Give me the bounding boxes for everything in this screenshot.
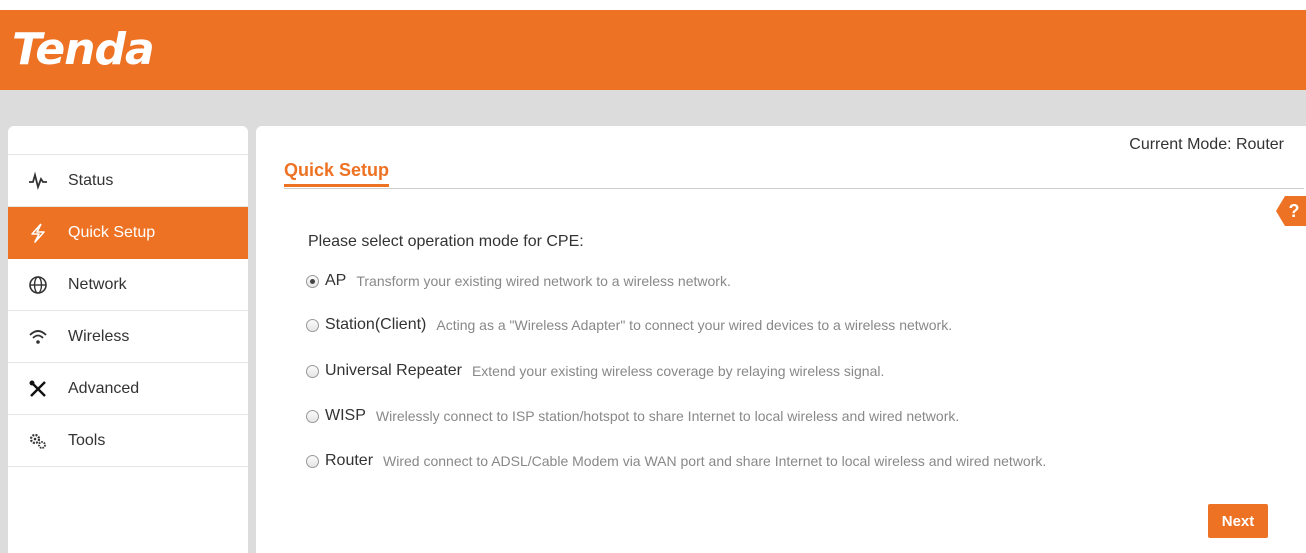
sidebar-item-label: Advanced xyxy=(68,379,140,397)
option-name: Router xyxy=(325,452,374,469)
radio-station[interactable] xyxy=(306,318,319,332)
radio-ap[interactable] xyxy=(306,274,319,288)
page-title: Quick Setup xyxy=(284,160,390,187)
wifi-icon xyxy=(26,325,50,349)
option-name: Station(Client) xyxy=(325,316,427,333)
sidebar: Status Quick Setup Network Wireless Adva… xyxy=(8,126,248,553)
mode-option-ap[interactable]: AP Transform your existing wired network… xyxy=(306,272,731,290)
option-description: Acting as a "Wireless Adapter" to connec… xyxy=(436,317,953,333)
mode-option-wisp[interactable]: WISP Wirelessly connect to ISP station/h… xyxy=(306,407,959,425)
sidebar-item-wireless[interactable]: Wireless xyxy=(8,311,248,363)
sidebar-item-label: Status xyxy=(68,171,114,189)
sidebar-nav: Status Quick Setup Network Wireless Adva… xyxy=(8,154,248,467)
radio-universal-repeater[interactable] xyxy=(306,364,319,378)
option-name: AP xyxy=(325,272,347,289)
sidebar-item-label: Tools xyxy=(68,431,106,449)
help-button[interactable]: ? xyxy=(1276,196,1306,226)
help-icon: ? xyxy=(1288,200,1300,221)
tenda-logo: Tenda xyxy=(12,24,155,75)
option-description: Transform your existing wired network to… xyxy=(356,273,731,289)
globe-icon xyxy=(26,273,50,297)
gears-icon xyxy=(26,429,50,453)
mode-option-router[interactable]: Router Wired connect to ADSL/Cable Modem… xyxy=(306,452,1046,470)
option-name: Universal Repeater xyxy=(325,362,462,379)
sidebar-item-status[interactable]: Status xyxy=(8,155,248,207)
sidebar-item-label: Network xyxy=(68,275,127,293)
radio-wisp[interactable] xyxy=(306,409,319,423)
option-name: WISP xyxy=(325,407,366,424)
mode-prompt: Please select operation mode for CPE: xyxy=(308,233,584,250)
main-panel: Current Mode: Router Quick Setup ? Pleas… xyxy=(256,126,1306,553)
radio-router[interactable] xyxy=(306,454,319,468)
sidebar-item-label: Quick Setup xyxy=(68,223,156,241)
top-header-bar: Tenda xyxy=(0,10,1306,90)
sidebar-item-advanced[interactable]: Advanced xyxy=(8,363,248,415)
lightning-icon xyxy=(26,221,50,245)
current-mode-label: Current Mode: Router xyxy=(1129,136,1284,153)
option-description: Extend your existing wireless coverage b… xyxy=(471,363,885,379)
option-description: Wirelessly connect to ISP station/hotspo… xyxy=(375,408,960,424)
sidebar-item-quick-setup[interactable]: Quick Setup xyxy=(8,207,248,259)
sidebar-item-label: Wireless xyxy=(68,327,130,345)
sidebar-item-tools[interactable]: Tools xyxy=(8,415,248,467)
tools-cross-icon xyxy=(26,377,50,401)
page-title-bar: Quick Setup xyxy=(284,160,1304,189)
mode-option-station[interactable]: Station(Client) Acting as a "Wireless Ad… xyxy=(306,316,952,334)
option-description: Wired connect to ADSL/Cable Modem via WA… xyxy=(383,453,1047,469)
next-button[interactable]: Next xyxy=(1208,504,1268,538)
mode-option-universal-repeater[interactable]: Universal Repeater Extend your existing … xyxy=(306,362,884,380)
pulse-icon xyxy=(26,169,50,193)
sidebar-item-network[interactable]: Network xyxy=(8,259,248,311)
